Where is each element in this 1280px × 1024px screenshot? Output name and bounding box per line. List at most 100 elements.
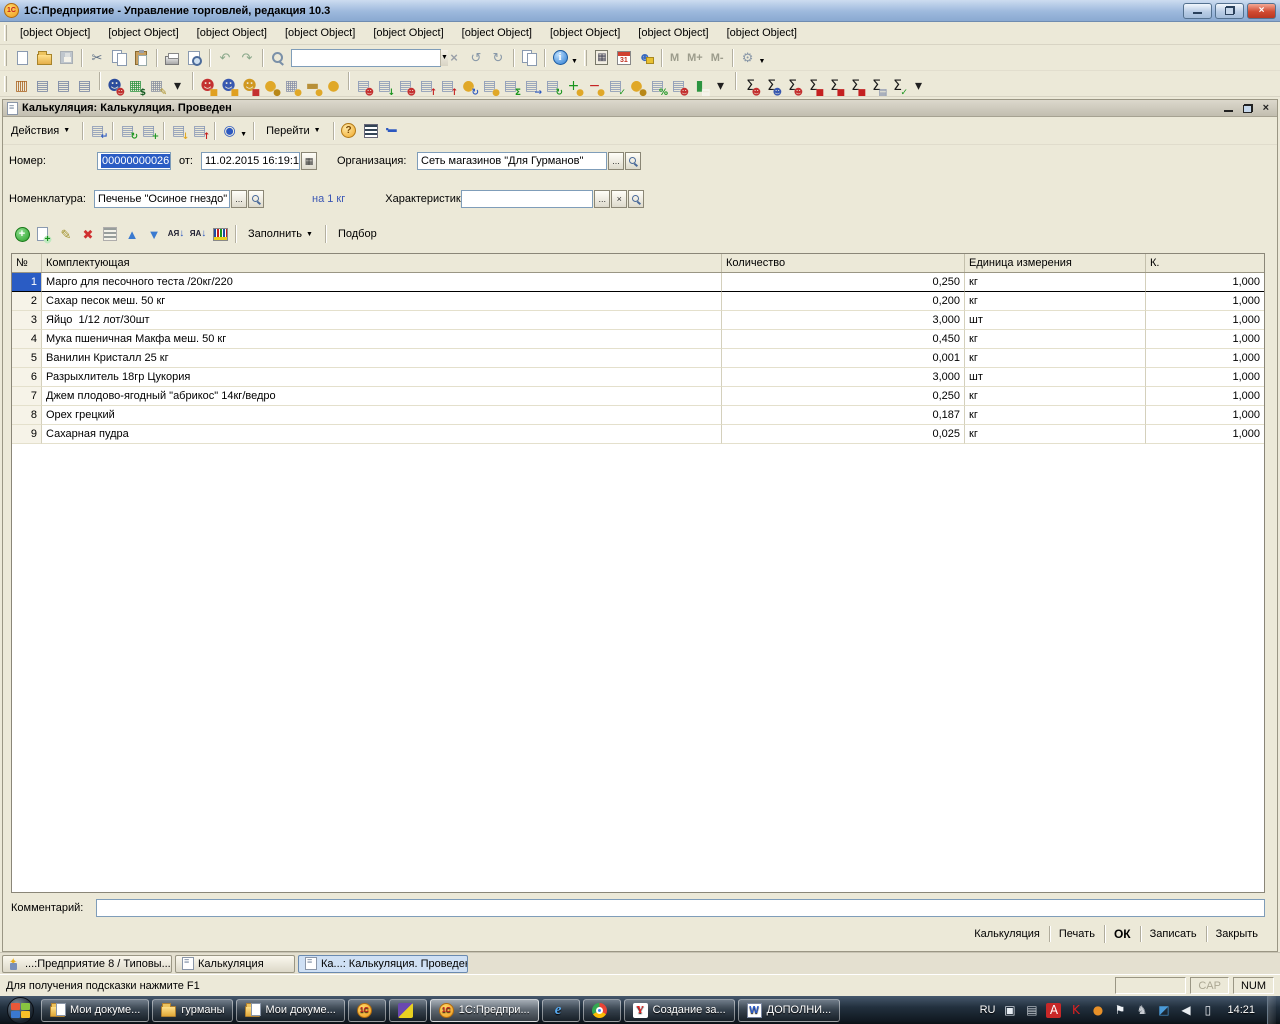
table-row[interactable]: 6 Разрыхлитель 18гр Цукория 3,000 шт 1,0… (12, 368, 1264, 387)
toolbar2-icon[interactable]: Σ☻ (783, 77, 802, 96)
copy-icon[interactable] (109, 48, 129, 68)
unit-cell[interactable]: кг (965, 425, 1146, 444)
chevron-down-icon[interactable]: ▼ (759, 58, 766, 65)
k-cell[interactable]: 1,000 (1146, 311, 1264, 330)
taskbar-gurmany-folder[interactable]: гурманы (152, 999, 233, 1022)
taskbar-ie[interactable] (542, 999, 580, 1022)
column-header-unit[interactable]: Единица измерения (965, 254, 1146, 272)
toolbar2-icon[interactable]: ▤ (33, 77, 52, 96)
memory-subtract-button[interactable]: M- (707, 52, 728, 64)
toolbar-grip[interactable] (4, 76, 7, 92)
component-cell[interactable]: Марго для песочного теста /20кг/220 (42, 273, 722, 292)
chevron-down-icon[interactable]: ▼ (240, 131, 247, 138)
start-button[interactable] (2, 996, 38, 1024)
toolbar2-icon[interactable]: ▮▤ (690, 77, 709, 96)
tray-agent-icon[interactable]: ● (1090, 1003, 1105, 1018)
toolbar-grip[interactable] (4, 50, 7, 66)
memory-recall-button[interactable]: M (666, 52, 683, 64)
magnifier-button[interactable] (628, 190, 644, 208)
child-close-button[interactable]: × (1263, 102, 1269, 114)
settings-wrench-icon[interactable]: ⚙ (738, 48, 758, 68)
calendar-icon[interactable] (614, 48, 634, 68)
quantity-cell[interactable]: 0,450 (722, 330, 965, 349)
footer-button[interactable]: Закрыть (1206, 926, 1267, 942)
column-header-num[interactable]: № (12, 254, 42, 272)
toolbar2-icon[interactable]: ▥ (12, 77, 31, 96)
component-cell[interactable]: Сахарная пудра (42, 425, 722, 444)
toolbar2-icon[interactable]: −● (585, 77, 604, 96)
row-number-cell[interactable]: 5 (12, 349, 42, 368)
taskbar-yandex-browser[interactable]: Создание за... (624, 999, 735, 1022)
toolbar2-icon[interactable]: ▤→ (522, 77, 541, 96)
toolbar2-icon[interactable]: Σ■ (825, 77, 844, 96)
find-next-icon[interactable]: ↺ (466, 48, 486, 68)
info-icon[interactable]: i (550, 48, 570, 68)
ellipsis-button[interactable]: ... (231, 190, 247, 208)
k-cell[interactable]: 1,000 (1146, 292, 1264, 311)
toolbar2-icon[interactable]: ▤↑ (417, 77, 436, 96)
show-desktop-button[interactable] (1267, 996, 1276, 1024)
window-tab[interactable]: ...:Предприятие 8 / Типовы... (2, 955, 172, 973)
restore-button[interactable] (1215, 3, 1244, 19)
tray-action-center-icon[interactable]: ⚑ (1112, 1003, 1127, 1018)
quantity-cell[interactable]: 0,187 (722, 406, 965, 425)
print-icon[interactable] (162, 48, 182, 68)
k-cell[interactable]: 1,000 (1146, 330, 1264, 349)
sort-descending-icon[interactable]: ЯА (188, 224, 208, 244)
print-preview-icon[interactable] (184, 48, 204, 68)
row-number-cell[interactable]: 1 (12, 273, 42, 292)
table-row[interactable]: 5 Ванилин Кристалл 25 кг 0,001 кг 1,000 (12, 349, 1264, 368)
unit-cell[interactable]: кг (965, 349, 1146, 368)
toolbar-grip[interactable] (584, 50, 587, 66)
toolbar2-icon[interactable]: ▤↻ (543, 77, 562, 96)
language-indicator[interactable]: RU (980, 1004, 996, 1016)
create-based-on-icon[interactable]: ◉ (220, 121, 239, 140)
menu-item[interactable]: [object Object] (99, 24, 187, 42)
tray-kaspersky-icon[interactable]: K (1068, 1003, 1083, 1018)
table-row[interactable]: 9 Сахарная пудра 0,025 кг 1,000 (12, 425, 1264, 444)
clear-search-icon[interactable]: × (444, 48, 464, 68)
toolbar2-icon[interactable]: ☻■ (240, 77, 259, 96)
date-field[interactable]: 11.02.2015 16:19:10 (201, 152, 300, 170)
paste-icon[interactable] (131, 48, 151, 68)
component-cell[interactable]: Сахар песок меш. 50 кг (42, 292, 722, 311)
table-row[interactable]: 3 Яйцо 1/12 лот/30шт 3,000 шт 1,000 (12, 311, 1264, 330)
toolbar2-icon[interactable]: ▦✎ (147, 77, 166, 96)
minimize-button[interactable] (1183, 3, 1212, 19)
table-row[interactable]: 8 Орех грецкий 0,187 кг 1,000 (12, 406, 1264, 425)
window-tab[interactable]: Калькуляция (175, 955, 295, 973)
receipt-document-icon[interactable]: ▤↓ (169, 121, 188, 140)
k-cell[interactable]: 1,000 (1146, 349, 1264, 368)
redo-icon[interactable]: ↷ (237, 48, 257, 68)
quantity-cell[interactable]: 3,000 (722, 368, 965, 387)
toolbar2-icon[interactable]: ☻■ (198, 77, 217, 96)
unit-cell[interactable]: шт (965, 368, 1146, 387)
toolbar2-icon[interactable]: +● (564, 77, 583, 96)
tray-volume-icon[interactable]: ◀ (1178, 1003, 1193, 1018)
menu-item[interactable]: [object Object] (188, 24, 276, 42)
unit-cell[interactable]: шт (965, 311, 1146, 330)
footer-button[interactable]: Печать (1049, 926, 1104, 942)
windows-list-icon[interactable] (519, 48, 539, 68)
toolbar2-icon[interactable]: ▾ (909, 77, 928, 96)
column-header-k[interactable]: К. (1146, 254, 1264, 272)
row-number-cell[interactable]: 4 (12, 330, 42, 349)
k-cell[interactable]: 1,000 (1146, 273, 1264, 292)
toolbar2-icon[interactable]: ▤ (75, 77, 94, 96)
toolbar2-icon[interactable]: Σ▤ (867, 77, 886, 96)
quantity-cell[interactable]: 3,000 (722, 311, 965, 330)
save-icon[interactable] (56, 48, 76, 68)
column-header-component[interactable]: Комплектующая (42, 254, 722, 272)
tray-network-icon[interactable]: ▯ (1200, 1003, 1215, 1018)
ellipsis-button[interactable]: ... (608, 152, 624, 170)
memory-add-button[interactable]: M+ (683, 52, 707, 64)
tray-windows-icon[interactable]: ▣ (1002, 1003, 1017, 1018)
component-cell[interactable]: Орех грецкий (42, 406, 722, 425)
menu-item[interactable]: [object Object] (718, 24, 806, 42)
nomenclature-field[interactable]: Печенье "Осиное гнездо" (94, 190, 230, 208)
menu-item[interactable]: [object Object] (541, 24, 629, 42)
menu-item[interactable]: [object Object] (364, 24, 452, 42)
menu-item[interactable]: [object Object] (276, 24, 364, 42)
move-up-icon[interactable]: ▲ (122, 224, 142, 244)
edit-row-icon[interactable]: ✎ (56, 224, 76, 244)
